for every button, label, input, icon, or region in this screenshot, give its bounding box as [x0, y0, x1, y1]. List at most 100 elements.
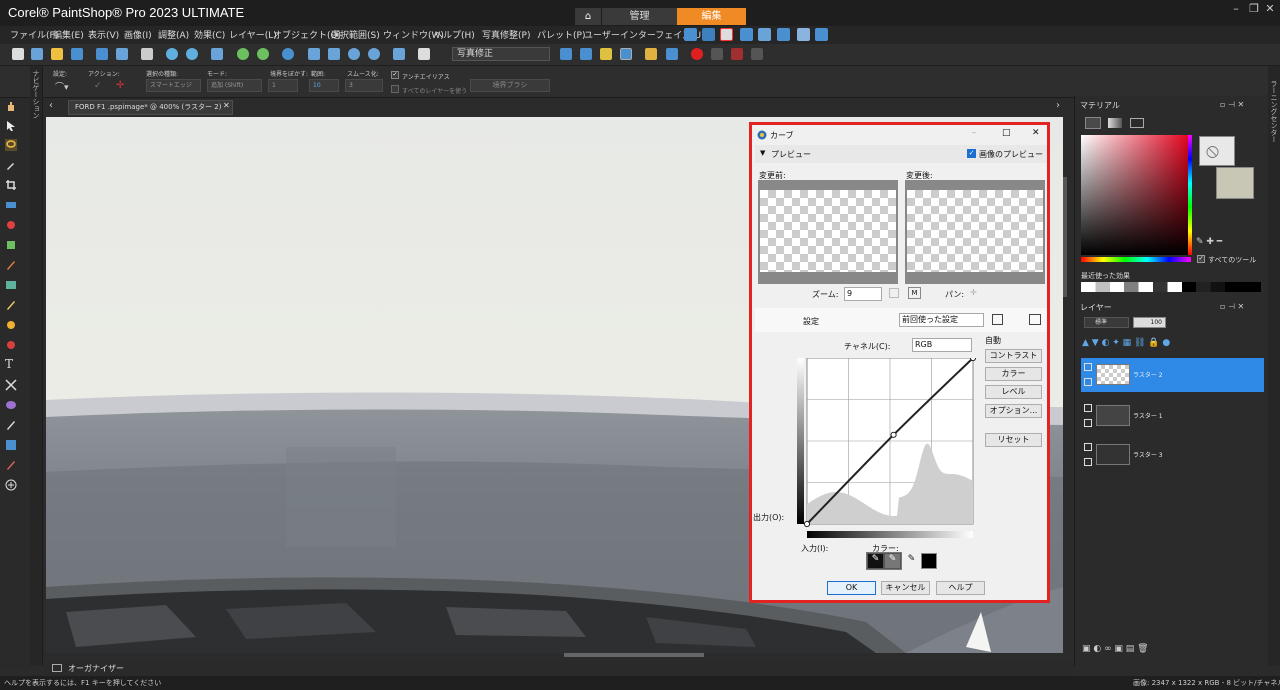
menu-item[interactable]: 選択範囲(S) [331, 28, 380, 41]
curve-graph[interactable] [797, 358, 977, 538]
menu-item[interactable]: 調整(A) [158, 28, 189, 41]
save-as-icon[interactable] [116, 48, 128, 60]
ui-icon-3[interactable] [720, 28, 733, 41]
stop-icon[interactable] [751, 48, 763, 60]
pan-tool-icon[interactable] [5, 100, 17, 112]
home-tab[interactable]: ⌂ [575, 8, 601, 25]
ui-icon-8[interactable] [815, 28, 828, 41]
zoom-100-icon[interactable] [328, 48, 340, 60]
new-grid-icon[interactable] [31, 48, 43, 60]
before-preview[interactable] [760, 190, 896, 272]
curve-control-point[interactable] [969, 358, 977, 362]
dropper-tool-icon[interactable] [5, 159, 17, 171]
menu-item[interactable]: 効果(C) [194, 28, 225, 41]
document-close-icon[interactable]: ✕ [223, 101, 230, 110]
pencil-tool-icon[interactable] [5, 299, 17, 311]
select-type-dropdown[interactable]: スマートエッジ [146, 79, 201, 92]
curve-control-point[interactable] [890, 431, 897, 438]
vertical-scroll-thumb[interactable] [1063, 177, 1067, 297]
after-preview[interactable] [907, 190, 1043, 272]
visibility-eye-icon[interactable] [1084, 363, 1092, 371]
zoom-in-icon[interactable] [368, 48, 380, 60]
edit-script-icon[interactable] [600, 48, 612, 60]
range-input[interactable]: 10 [309, 79, 339, 92]
auto-color-button[interactable]: カラー [985, 367, 1042, 381]
rotate-left-icon[interactable] [237, 48, 249, 60]
folder-script-icon[interactable] [645, 48, 657, 60]
tab-scroll-right-icon[interactable]: › [1056, 100, 1060, 111]
navigation-label[interactable]: ナビゲーション [31, 70, 41, 119]
record-icon[interactable] [691, 48, 703, 60]
save-icon[interactable] [96, 48, 108, 60]
foreground-swatch[interactable]: ⦸ [1199, 136, 1235, 166]
dialog-close-button[interactable]: ✕ [1032, 128, 1040, 138]
material-actions[interactable]: ✎ ✚ ━ [1196, 237, 1222, 247]
straighten-tool-icon[interactable] [5, 199, 17, 211]
rotate-right-icon[interactable] [257, 48, 269, 60]
reset-button[interactable]: リセット [985, 433, 1042, 447]
help-button[interactable]: ヘルプ [936, 581, 985, 595]
close-window-button[interactable]: ✕ [1262, 2, 1278, 16]
warp-tool-icon[interactable] [5, 379, 17, 391]
clone-tool-icon[interactable] [5, 239, 17, 251]
layers-toolbar[interactable]: ▲ ▼ ◐ ✦ ▦ ⛓ 🔒 ● [1082, 338, 1232, 352]
antialias-checkbox[interactable]: ✓ [391, 71, 399, 79]
gray-dropper-icon[interactable]: ✎ [885, 554, 900, 568]
print-icon[interactable] [141, 48, 153, 60]
undo-icon[interactable] [166, 48, 178, 60]
color-picker-square[interactable] [1081, 135, 1191, 255]
image-preview-checkbox[interactable]: ✓ [967, 149, 976, 158]
vertical-scrollbar[interactable] [1063, 117, 1069, 653]
save-preset-icon[interactable] [992, 314, 1003, 325]
color-swatch[interactable] [921, 553, 937, 569]
channel-dropdown[interactable]: RGB [912, 338, 972, 352]
menu-item[interactable]: 写真修整(P) [482, 28, 530, 41]
photo-fix-combo[interactable]: 写真修正 [452, 47, 550, 61]
menu-item[interactable]: 表示(V) [88, 28, 119, 41]
color-replacer-icon[interactable] [5, 339, 17, 351]
info-icon[interactable] [282, 48, 294, 60]
browse-icon[interactable] [71, 48, 83, 60]
tab-manage[interactable]: 管理 [602, 8, 677, 25]
tab-edit[interactable]: 編集 [677, 8, 746, 25]
ok-button[interactable]: OK [827, 581, 876, 595]
play-script-icon[interactable] [560, 48, 572, 60]
document-tab[interactable]: FORD F1 .pspimage* @ 400% (ラスター 2) [68, 100, 233, 115]
script-icon[interactable] [580, 48, 592, 60]
cancel-button[interactable]: キャンセル [881, 581, 930, 595]
preview-collapse-icon[interactable]: ▼ [760, 149, 765, 157]
visibility-eye-icon[interactable] [1084, 443, 1092, 451]
restore-button[interactable]: ❐ [1246, 2, 1262, 16]
refine-brush-button[interactable]: 境界ブラシ [470, 79, 550, 92]
learning-center-label[interactable]: ラーニングセンター [1269, 80, 1279, 143]
full-screen-icon[interactable] [393, 48, 405, 60]
action-apply-icon[interactable]: ✓ [94, 81, 102, 91]
organizer-icon[interactable] [52, 664, 62, 672]
all-layers-checkbox[interactable] [391, 85, 399, 93]
gradient-tab-icon[interactable] [1108, 118, 1122, 128]
recent-colors-strip[interactable] [1081, 282, 1261, 292]
layer-row[interactable]: ラスター 2 [1081, 358, 1264, 392]
layer-row[interactable]: ラスター 1 [1081, 399, 1264, 433]
settings-dropdown[interactable]: 前回使った設定 [899, 313, 984, 327]
horizontal-scrollbar[interactable] [46, 653, 1063, 659]
zoom-input[interactable]: 9 [844, 287, 882, 301]
action-cancel-icon[interactable]: ✛ [116, 80, 124, 91]
ui-icon-7[interactable] [797, 28, 810, 41]
menu-item[interactable]: レイヤー(L) [229, 28, 277, 41]
smooth-input[interactable]: 3 [345, 79, 383, 92]
cancel-script-icon[interactable] [731, 48, 743, 60]
hue-strip[interactable] [1081, 257, 1191, 262]
organizer-bar[interactable]: オーガナイザー [44, 661, 1074, 676]
ui-icon-6[interactable] [777, 28, 790, 41]
hue-slider[interactable] [1188, 135, 1192, 255]
pause-icon[interactable] [711, 48, 723, 60]
arrange-icon[interactable] [418, 48, 430, 60]
smart-carver-icon[interactable] [5, 439, 17, 451]
pan-icon[interactable]: ✛ [970, 288, 977, 297]
frame-tab-icon[interactable] [1085, 117, 1101, 129]
red-eye-tool-icon[interactable] [5, 219, 17, 231]
reset-preset-icon[interactable] [1029, 314, 1041, 325]
menu-item[interactable]: 画像(I) [124, 28, 152, 41]
background-swatch[interactable] [1216, 167, 1254, 199]
